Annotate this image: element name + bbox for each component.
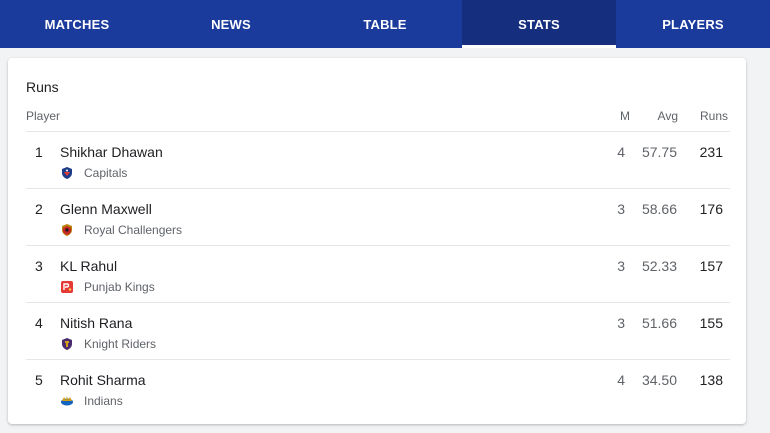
average-value: 52.33 [641,258,677,274]
tab-players[interactable]: PLAYERS [616,0,770,48]
team: Punjab Kings [60,280,155,294]
team: Indians [60,394,123,408]
table-row[interactable]: 3 KL Rahul Punjab Kings 3 52.33 157 [26,246,730,303]
column-header-matches: M [620,109,630,123]
team-name: Indians [84,394,123,408]
runs-card: Runs Player M Avg Runs 1 Shikhar Dhawan … [8,58,746,424]
matches-value: 3 [617,201,625,217]
player-name[interactable]: Glenn Maxwell [60,201,152,217]
runs-value: 138 [699,372,723,388]
team: Royal Challengers [60,223,182,237]
punjab-kings-logo-icon [60,280,74,294]
tab-table[interactable]: TABLE [308,0,462,48]
rank: 3 [35,258,43,274]
average-value: 58.66 [641,201,677,217]
tab-matches[interactable]: MATCHES [0,0,154,48]
team-name: Knight Riders [84,337,157,351]
rank: 1 [35,144,43,160]
table-row[interactable]: 5 Rohit Sharma Indians 4 34.50 138 [26,360,730,416]
runs-value: 157 [699,258,723,274]
matches-value: 4 [617,144,625,160]
matches-value: 3 [617,258,625,274]
table-header: Player M Avg Runs [26,109,730,132]
capitals-logo-icon [60,166,74,180]
player-name[interactable]: KL Rahul [60,258,117,274]
rank: 2 [35,201,43,217]
indians-logo-icon [60,394,74,408]
matches-value: 4 [617,372,625,388]
tab-news[interactable]: NEWS [154,0,308,48]
table-row[interactable]: 2 Glenn Maxwell Royal Challengers 3 58.6… [26,189,730,246]
tab-bar: MATCHES NEWS TABLE STATS PLAYERS [0,0,770,48]
rank: 5 [35,372,43,388]
rank: 4 [35,315,43,331]
average-value: 51.66 [641,315,677,331]
tab-stats[interactable]: STATS [462,0,616,48]
card-title: Runs [26,79,59,95]
column-header-average: Avg [657,109,678,123]
runs-value: 176 [699,201,723,217]
table-row[interactable]: 1 Shikhar Dhawan Capitals 4 57.75 231 [26,132,730,189]
matches-value: 3 [617,315,625,331]
knight-riders-logo-icon [60,337,74,351]
runs-value: 231 [699,144,723,160]
runs-value: 155 [699,315,723,331]
average-value: 34.50 [641,372,677,388]
average-value: 57.75 [641,144,677,160]
royal-challengers-logo-icon [60,223,74,237]
stats-table: 1 Shikhar Dhawan Capitals 4 57.75 231 2 … [26,132,730,416]
column-header-runs: Runs [699,109,728,123]
column-header-player: Player [26,109,61,123]
player-name[interactable]: Shikhar Dhawan [60,144,163,160]
player-name[interactable]: Nitish Rana [60,315,132,331]
team: Knight Riders [60,337,156,351]
player-name[interactable]: Rohit Sharma [60,372,146,388]
team-name: Royal Challengers [84,223,183,237]
team: Capitals [60,166,127,180]
team-name: Capitals [84,166,128,180]
team-name: Punjab Kings [84,280,155,294]
table-row[interactable]: 4 Nitish Rana Knight Riders 3 51.66 155 [26,303,730,360]
